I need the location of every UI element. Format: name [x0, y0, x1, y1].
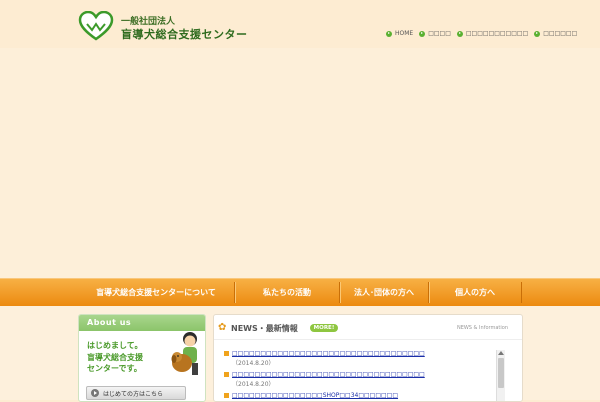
topnav-item-4[interactable]: □□□□□□	[534, 30, 577, 37]
news-link[interactable]: □□□□□□□□□□□□□□□□SHOP□□34□□□□□□□	[224, 392, 494, 399]
scroll-up-arrow-icon[interactable]	[498, 351, 504, 355]
mainnav-corporations[interactable]: 法人･団体の方へ	[339, 282, 428, 303]
topnav-item-3[interactable]: □□□□□□□□□□□	[456, 30, 528, 37]
square-bullet-icon	[224, 351, 229, 356]
more-button[interactable]: MORE!	[310, 324, 338, 332]
scroll-thumb[interactable]	[498, 358, 504, 388]
news-box: ✿ NEWS・最新情報 MORE! NEWS & Information □□□…	[213, 314, 523, 402]
news-scrollbar[interactable]	[496, 350, 505, 401]
arrow-circle-icon	[91, 389, 99, 397]
site-title[interactable]: 盲導犬総合支援センター	[121, 26, 248, 42]
news-item: □□□□□□□□□□□□□□□□□□□□□□□□□□□□□□□□□□ （2014…	[224, 371, 494, 388]
about-us-text: はじめまして。 盲導犬総合支援 センターです。	[87, 341, 143, 373]
paw-icon: ✿	[218, 322, 227, 333]
news-header: ✿ NEWS・最新情報 MORE! NEWS & Information	[214, 315, 522, 340]
top-navigation: HOME □□□□ □□□□□□□□□□□ □□□□□□	[386, 30, 577, 37]
arrow-circle-icon	[534, 30, 541, 37]
news-date: （2014.8.20）	[232, 381, 275, 388]
news-subtitle: NEWS & Information	[456, 325, 508, 331]
child-with-dog-illustration	[171, 332, 198, 375]
main-navigation: 盲導犬総合支援センターについて 私たちの活動 法人･団体の方へ 個人の方へ	[0, 278, 600, 307]
news-date: （2014.8.20）	[232, 360, 275, 367]
arrow-circle-icon	[386, 30, 392, 37]
topnav-item-home[interactable]: HOME	[386, 30, 413, 37]
news-list: □□□□□□□□□□□□□□□□□□□□□□□□□□□□□□□□□□ （2014…	[224, 350, 494, 401]
hero-area	[0, 48, 600, 278]
news-item: □□□□□□□□□□□□□□□□SHOP□□34□□□□□□□	[224, 392, 494, 399]
first-time-visitors-button[interactable]: はじめての方はこちら	[86, 386, 186, 400]
mainnav-activities[interactable]: 私たちの活動	[234, 282, 339, 303]
mainnav-about-center[interactable]: 盲導犬総合支援センターについて	[78, 282, 234, 303]
arrow-circle-icon	[456, 30, 463, 37]
square-bullet-icon	[224, 393, 229, 398]
news-link[interactable]: □□□□□□□□□□□□□□□□□□□□□□□□□□□□□□□□□□	[224, 371, 494, 378]
topnav-item-2[interactable]: □□□□	[419, 30, 451, 37]
news-link[interactable]: □□□□□□□□□□□□□□□□□□□□□□□□□□□□□□□□□□	[224, 350, 494, 357]
heart-logo-icon[interactable]	[78, 11, 114, 41]
news-item: □□□□□□□□□□□□□□□□□□□□□□□□□□□□□□□□□□ （2014…	[224, 350, 494, 367]
mainnav-individuals[interactable]: 個人の方へ	[428, 282, 522, 303]
arrow-circle-icon	[419, 30, 426, 37]
site-header: 一般社団法人 盲導犬総合支援センター HOME □□□□ □□□□□□□□□□□…	[0, 0, 600, 48]
news-title: NEWS・最新情報	[231, 324, 298, 333]
square-bullet-icon	[224, 372, 229, 377]
